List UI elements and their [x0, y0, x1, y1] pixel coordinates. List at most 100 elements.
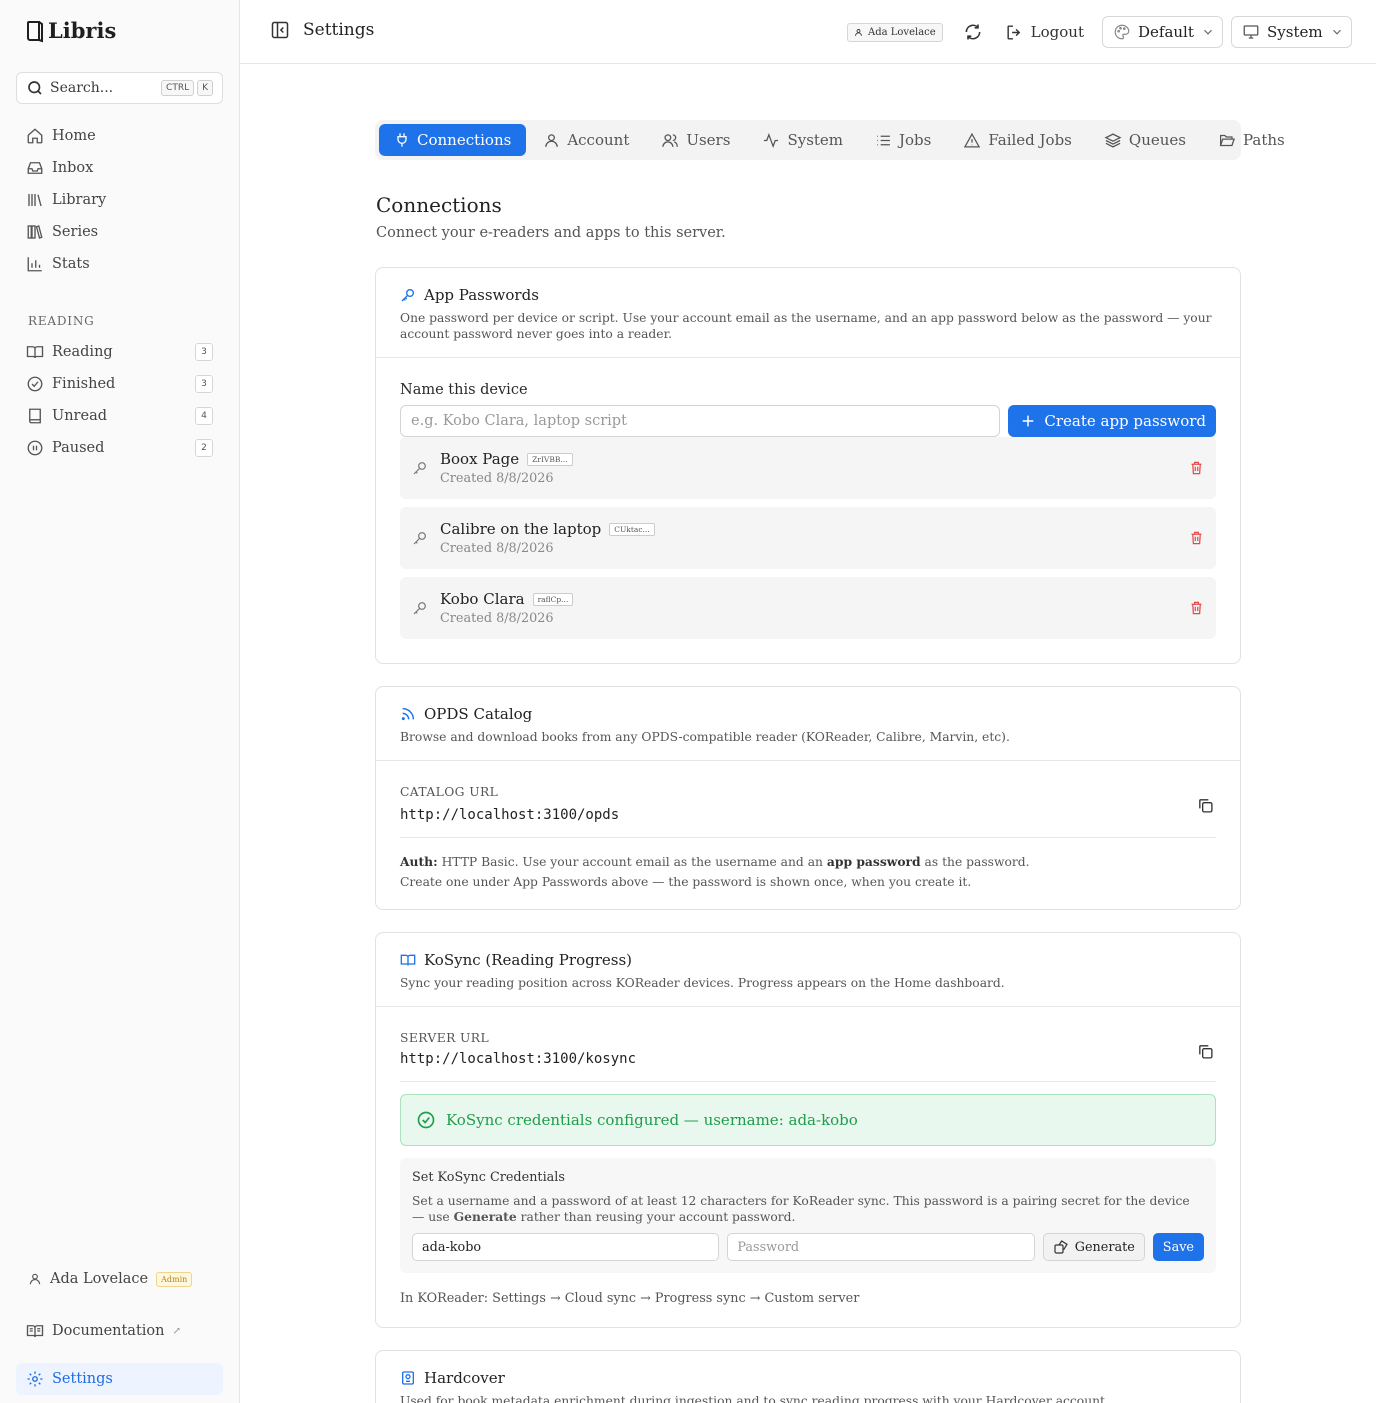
app-password-created: Created 8/8/2026 — [440, 611, 554, 626]
refresh-icon — [963, 22, 983, 42]
tab-paths[interactable]: Paths — [1203, 124, 1300, 156]
nav-item-documentation[interactable]: Documentation ↗ — [16, 1315, 223, 1347]
app-password-item: Boox Page ZrIVBB... Created 8/8/2026 — [400, 437, 1216, 499]
save-button[interactable]: Save — [1152, 1233, 1204, 1261]
nav-item-series[interactable]: Series — [16, 216, 223, 248]
nav-item-paused[interactable]: Paused 2 — [16, 432, 223, 464]
card-title-text: Hardcover — [424, 1369, 505, 1387]
kosync-password-input[interactable]: Password — [727, 1233, 1035, 1261]
sidebar-user[interactable]: Ada Lovelace Admin — [28, 1271, 193, 1287]
user-chip-name: Ada Lovelace — [868, 26, 936, 38]
users-icon — [661, 132, 679, 149]
tab-queues[interactable]: Queues — [1089, 124, 1201, 156]
nav-item-reading[interactable]: Reading 3 — [16, 336, 223, 368]
app-password-name-row: Boox Page ZrIVBB... — [440, 450, 573, 468]
card-description: Browse and download books from any OPDS-… — [400, 730, 1010, 744]
section-title: Connections — [376, 193, 502, 217]
nav-item-finished[interactable]: Finished 3 — [16, 368, 223, 400]
nav-item-inbox[interactable]: Inbox — [16, 152, 223, 184]
app-logo[interactable]: Libris — [26, 18, 116, 43]
user-chip[interactable]: Ada Lovelace — [847, 22, 943, 42]
theme-select[interactable]: Default — [1102, 16, 1223, 48]
opds-card: OPDS Catalog Browse and download books f… — [375, 686, 1241, 910]
nav-label: Series — [52, 224, 99, 240]
tab-jobs[interactable]: Jobs — [860, 124, 946, 156]
gear-icon — [26, 1370, 44, 1388]
card-title-text: OPDS Catalog — [424, 705, 533, 723]
card-body: SERVER URL http://localhost:3100/kosync … — [376, 1007, 1240, 1328]
trash-icon[interactable] — [1189, 600, 1204, 616]
server-url-value[interactable]: http://localhost:3100/kosync — [400, 1051, 1216, 1067]
nav-label: Stats — [52, 256, 90, 272]
tab-label: Jobs — [899, 131, 932, 149]
pause-circle-icon — [26, 439, 44, 457]
generate-button[interactable]: Generate — [1042, 1233, 1145, 1261]
catalog-url-value[interactable]: http://localhost:3100/opds — [400, 807, 1216, 823]
card-title: App Passwords — [400, 286, 1216, 304]
tab-account[interactable]: Account — [528, 124, 644, 156]
nav-item-home[interactable]: Home — [16, 120, 223, 152]
stats-icon — [26, 255, 44, 273]
docs-label: Documentation — [52, 1323, 165, 1339]
tab-label: Failed Jobs — [988, 131, 1072, 149]
device-name-input[interactable]: e.g. Kobo Clara, laptop script — [400, 405, 1001, 437]
chevron-down-icon — [1330, 25, 1344, 39]
search-box[interactable]: Search... CTRL K — [16, 72, 223, 104]
card-header: OPDS Catalog Browse and download books f… — [376, 687, 1240, 761]
chevron-down-icon — [1201, 25, 1215, 39]
card-title-text: KoSync (Reading Progress) — [424, 951, 633, 969]
layers-icon — [1104, 132, 1122, 149]
logout-icon — [1005, 23, 1024, 42]
tab-failed-jobs[interactable]: Failed Jobs — [948, 124, 1087, 156]
key-icon — [400, 287, 416, 303]
refresh-button[interactable] — [957, 16, 989, 48]
app-password-created: Created 8/8/2026 — [440, 541, 554, 556]
nav-item-stats[interactable]: Stats — [16, 248, 223, 280]
auth-bold: app password — [826, 854, 921, 869]
app-password-name-row: Kobo Clara raflCp... — [440, 590, 574, 608]
copy-icon[interactable] — [1197, 797, 1214, 814]
settings-link-wrap: Settings — [16, 1363, 223, 1395]
top-header: Settings Ada Lovelace Logout Default Sys… — [240, 0, 1376, 64]
create-app-password-button[interactable]: Create app password — [1008, 405, 1216, 437]
key-icon — [412, 600, 428, 616]
server-url-label: SERVER URL — [400, 1031, 490, 1045]
auth-label: Auth: — [400, 854, 438, 869]
book-sync-icon — [400, 952, 416, 968]
app-passwords-card: App Passwords One password per device or… — [375, 267, 1241, 664]
docs-link-wrap: Documentation ↗ — [16, 1315, 223, 1347]
divider — [400, 837, 1216, 838]
logout-button[interactable]: Logout — [997, 16, 1092, 48]
count-badge: 2 — [195, 439, 213, 457]
sidebar-toggle-icon[interactable] — [270, 20, 290, 40]
app-password-name: Kobo Clara — [440, 590, 525, 608]
tab-label: System — [787, 131, 844, 149]
book-badge-icon — [400, 1370, 416, 1386]
count-badge: 3 — [195, 375, 213, 393]
kosync-username-input[interactable]: ada-kobo — [412, 1233, 720, 1261]
tab-system[interactable]: System — [747, 124, 858, 156]
card-body: Name this device e.g. Kobo Clara, laptop… — [376, 358, 1240, 661]
docs-book-icon — [26, 1322, 44, 1340]
nav-item-unread[interactable]: Unread 4 — [16, 400, 223, 432]
card-header: KoSync (Reading Progress) Sync your read… — [376, 933, 1240, 1007]
nav-item-library[interactable]: Library — [16, 184, 223, 216]
user-icon — [854, 28, 863, 37]
tab-connections[interactable]: Connections — [379, 124, 527, 156]
settings-label: Settings — [52, 1371, 113, 1387]
plug-icon — [394, 132, 410, 148]
activity-icon — [762, 132, 780, 149]
home-icon — [26, 127, 44, 145]
trash-icon[interactable] — [1189, 530, 1204, 546]
search-shortcut: CTRL K — [161, 80, 213, 96]
trash-icon[interactable] — [1189, 460, 1204, 476]
logout-label: Logout — [1030, 23, 1084, 41]
plus-icon — [1020, 413, 1036, 429]
nav-item-settings[interactable]: Settings — [16, 1363, 223, 1395]
monitor-icon — [1242, 23, 1260, 41]
reading-heading: READING — [28, 314, 95, 328]
tab-users[interactable]: Users — [646, 124, 745, 156]
mode-select[interactable]: System — [1231, 16, 1352, 48]
copy-icon[interactable] — [1197, 1043, 1214, 1060]
kosync-status-banner: KoSync credentials configured — username… — [400, 1094, 1216, 1146]
